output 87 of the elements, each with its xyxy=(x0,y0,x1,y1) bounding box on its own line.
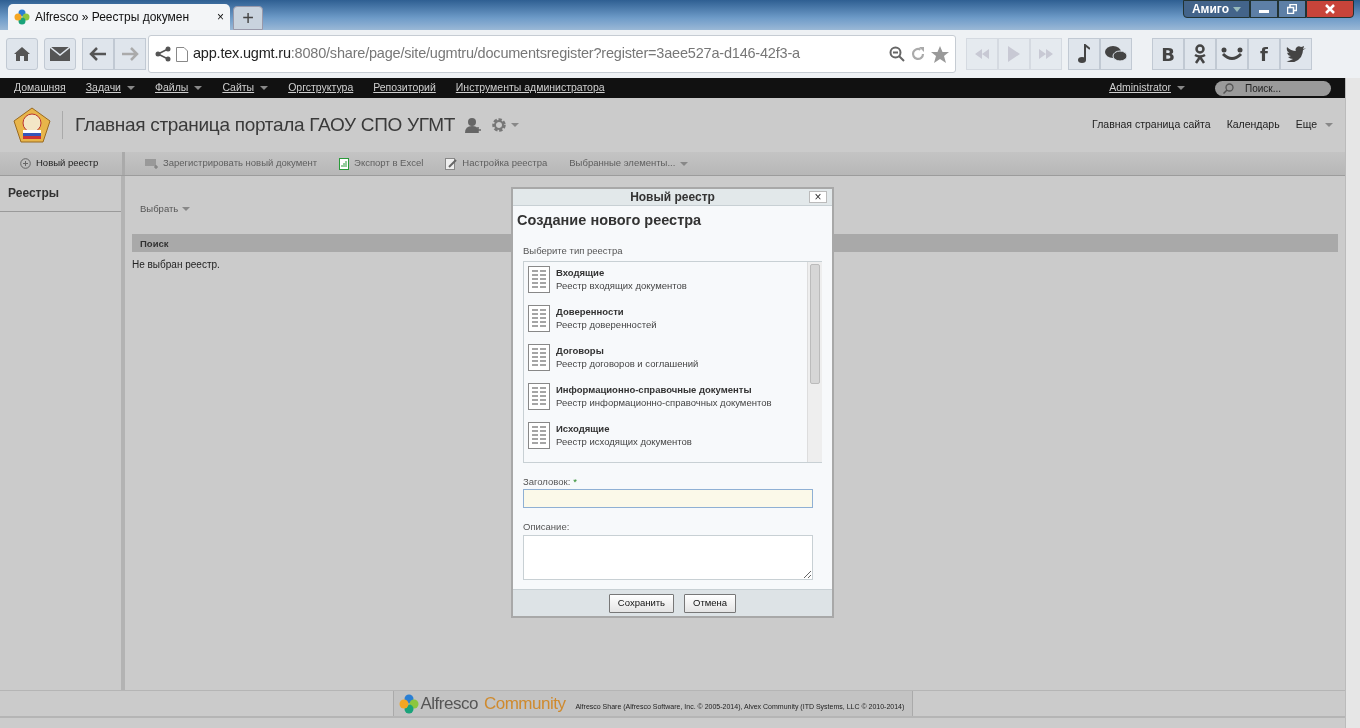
user-menu[interactable]: Administrator xyxy=(1109,80,1185,96)
social-button[interactable]: B xyxy=(1152,38,1184,70)
empty-message: Не выбран реестр. xyxy=(132,257,221,272)
required-mark: * xyxy=(573,476,577,487)
nav-link[interactable]: Оргструктура xyxy=(288,80,354,96)
list-item[interactable]: Информационно-справочные документы Реестр информационно-справочных документов xyxy=(528,383,803,422)
social-button[interactable] xyxy=(1184,38,1216,70)
social-button[interactable]: f xyxy=(1248,38,1280,70)
brand-name: Alfresco xyxy=(420,692,478,715)
page-icon xyxy=(176,46,188,62)
title-field[interactable] xyxy=(523,489,813,509)
new-tab-button[interactable]: + xyxy=(233,6,263,30)
profile-button[interactable]: Амиго xyxy=(1182,0,1250,18)
star-icon[interactable] xyxy=(931,45,949,63)
nav-link[interactable]: Домашняя xyxy=(14,80,66,96)
browser-tab[interactable]: Alfresco » Реестры докумен × xyxy=(8,4,230,30)
flower-icon xyxy=(14,9,30,25)
share-icon[interactable] xyxy=(155,46,171,62)
close-button[interactable] xyxy=(1306,0,1354,18)
plus-circle-icon xyxy=(20,158,31,169)
forward-icon xyxy=(121,47,139,61)
nav-link[interactable]: Репозиторий xyxy=(373,80,436,96)
description-field[interactable] xyxy=(523,534,813,580)
new-register-button[interactable]: Новый реестр xyxy=(20,156,99,171)
restore-button[interactable] xyxy=(1278,0,1306,18)
scrollbar[interactable] xyxy=(1345,78,1360,728)
site-link[interactable]: Главная страница сайта xyxy=(1092,117,1211,133)
minimize-button[interactable] xyxy=(1250,0,1278,18)
list-item[interactable]: Исходящие Реестр исходящих документов xyxy=(528,422,803,461)
list-item[interactable]: Договоры Реестр договоров и соглашений xyxy=(528,344,803,383)
nav-link[interactable]: Сайты xyxy=(222,80,269,96)
register-icon xyxy=(528,344,550,371)
home-button[interactable] xyxy=(6,38,38,70)
dialog-title: Новый реестр xyxy=(630,189,715,206)
flower-icon xyxy=(398,693,419,714)
home-icon xyxy=(13,46,31,62)
list-item[interactable]: Входящие Реестр входящих документов xyxy=(528,266,803,305)
music-button[interactable] xyxy=(1068,38,1100,70)
add-user-icon[interactable] xyxy=(465,117,482,133)
fast-forward-icon xyxy=(1039,49,1053,59)
chat-button[interactable] xyxy=(1100,38,1132,70)
search-field[interactable]: Поиск... xyxy=(1215,80,1331,96)
sidebar-heading: Реестры xyxy=(0,176,121,212)
caret-icon xyxy=(1233,6,1241,12)
site-link[interactable]: Календарь xyxy=(1226,117,1280,133)
register-icon xyxy=(528,422,550,449)
person-icon xyxy=(1194,44,1206,64)
back-button[interactable] xyxy=(82,38,114,70)
register-icon xyxy=(145,158,158,169)
site-link[interactable]: Еще xyxy=(1295,117,1333,133)
settings-menu[interactable] xyxy=(491,117,520,133)
rewind-icon xyxy=(975,49,989,59)
settings-icon xyxy=(491,117,508,133)
nav-link[interactable]: Инструменты администратора xyxy=(455,80,605,96)
emblem-icon xyxy=(12,105,52,145)
list-item[interactable]: Доверенности Реестр доверенностей xyxy=(528,305,803,344)
smile-icon xyxy=(1221,47,1243,61)
field-label: Описание: xyxy=(523,521,570,533)
nav-link[interactable]: Задачи xyxy=(85,80,135,96)
social-button[interactable] xyxy=(1280,38,1312,70)
zoom-out-icon[interactable] xyxy=(889,46,905,62)
music-note-icon xyxy=(1078,44,1090,64)
close-button[interactable]: × xyxy=(809,191,827,203)
chat-icon xyxy=(1105,45,1127,63)
social-button[interactable] xyxy=(1216,38,1248,70)
bird-icon xyxy=(1286,46,1306,62)
spreadsheet-icon xyxy=(339,157,350,170)
scrollbar-thumb[interactable] xyxy=(810,264,820,384)
mail-icon xyxy=(50,47,70,61)
edit-icon xyxy=(445,157,458,170)
register-icon xyxy=(528,305,550,332)
restore-icon xyxy=(1287,4,1297,14)
edition-name: Community xyxy=(483,692,566,715)
register-icon xyxy=(528,383,550,410)
back-icon xyxy=(89,47,107,61)
field-label: Заголовок: xyxy=(523,476,571,487)
play-icon xyxy=(1008,46,1020,62)
mail-button[interactable] xyxy=(44,38,76,70)
site-title: Главная страница портала ГАОУ СПО УГМТ xyxy=(62,110,456,140)
register-icon xyxy=(528,266,550,293)
close-button[interactable]: × xyxy=(217,8,224,26)
select-menu[interactable]: Выбрать xyxy=(140,202,191,217)
nav-link[interactable]: Файлы xyxy=(155,80,203,96)
cancel-button[interactable]: Отмена xyxy=(684,593,737,613)
dialog-heading: Создание нового реестра xyxy=(517,211,703,230)
close-icon xyxy=(1325,4,1335,14)
save-button[interactable]: Сохранить xyxy=(608,593,675,613)
